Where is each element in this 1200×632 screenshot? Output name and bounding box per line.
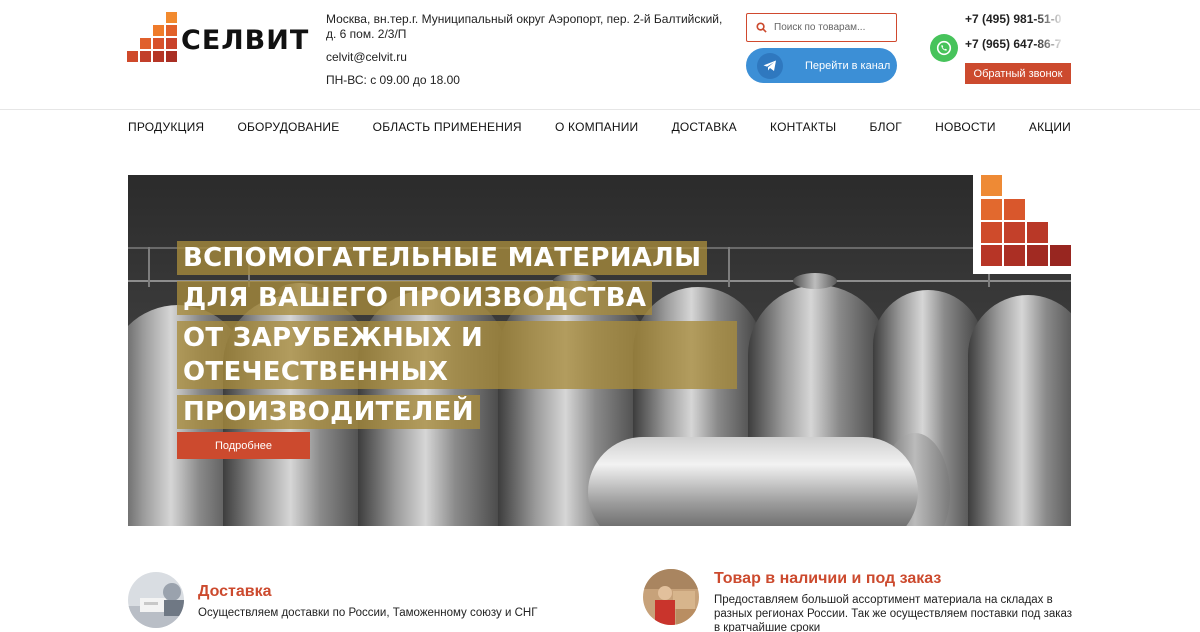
more-button[interactable]: Подробнее bbox=[177, 432, 310, 459]
feature-in-stock-text: Товар в наличии и под заказ Предоставляе… bbox=[714, 569, 1073, 632]
main-nav: ПРОДУКЦИЯ ОБОРУДОВАНИЕ ОБЛАСТЬ ПРИМЕНЕНИ… bbox=[128, 120, 1071, 138]
nav-item-about[interactable]: О КОМПАНИИ bbox=[555, 120, 638, 138]
phone-number-2[interactable]: +7 (965) 647-86-7 bbox=[965, 37, 1065, 51]
feature-title: Товар в наличии и под заказ bbox=[714, 570, 942, 587]
feature-delivery: Доставка Осуществляем доставки по России… bbox=[128, 572, 588, 628]
phone-fade bbox=[1035, 12, 1065, 26]
telegram-channel-button[interactable]: Перейти в канал bbox=[746, 48, 897, 83]
nav-item-promotions[interactable]: АКЦИИ bbox=[1029, 120, 1071, 138]
contact-block: Москва, вн.тер.г. Муниципальный округ Аэ… bbox=[326, 12, 724, 88]
search-input[interactable] bbox=[774, 22, 884, 33]
hero-headline-line-1: ВСПОМОГАТЕЛЬНЫЕ МАТЕРИАЛЫ bbox=[177, 241, 708, 275]
logo-text: СЕЛВИТ bbox=[181, 25, 310, 56]
feature-in-stock: Товар в наличии и под заказ Предоставляе… bbox=[643, 569, 1073, 632]
feature-description: Осуществляем доставки по России, Таможен… bbox=[198, 607, 538, 619]
whatsapp-icon[interactable] bbox=[930, 34, 958, 62]
phone-fade bbox=[1035, 37, 1065, 51]
nav-item-blog[interactable]: БЛОГ bbox=[870, 120, 902, 138]
nav-item-delivery[interactable]: ДОСТАВКА bbox=[672, 120, 737, 138]
callback-button[interactable]: Обратный звонок bbox=[965, 63, 1071, 84]
telegram-icon bbox=[757, 52, 783, 79]
address-text: Москва, вн.тер.г. Муниципальный округ Аэ… bbox=[326, 12, 723, 41]
search-box[interactable] bbox=[746, 13, 897, 42]
email-link[interactable]: celvit@celvit.ru bbox=[326, 50, 724, 65]
delivery-image bbox=[128, 572, 184, 628]
hero-headline-line-4: ПРОИЗВОДИТЕЛЕЙ bbox=[177, 395, 480, 429]
feature-title: Доставка bbox=[198, 583, 272, 600]
logo[interactable]: СЕЛВИТ bbox=[127, 12, 312, 64]
feature-description: Предоставляем большой ассортимент матери… bbox=[714, 594, 1073, 632]
nav-item-equipment[interactable]: ОБОРУДОВАНИЕ bbox=[237, 120, 339, 138]
nav-item-products[interactable]: ПРОДУКЦИЯ bbox=[128, 120, 204, 138]
feature-delivery-text: Доставка Осуществляем доставки по России… bbox=[198, 582, 537, 628]
telegram-button-label: Перейти в канал bbox=[805, 59, 891, 72]
hero-headline-line-2: ДЛЯ ВАШЕГО ПРОИЗВОДСТВА bbox=[177, 281, 653, 315]
logo-mark bbox=[127, 12, 179, 62]
warehouse-image bbox=[643, 569, 699, 625]
hero-headline: ВСПОМОГАТЕЛЬНЫЕ МАТЕРИАЛЫ ДЛЯ ВАШЕГО ПРО… bbox=[177, 241, 737, 435]
nav-item-applications[interactable]: ОБЛАСТЬ ПРИМЕНЕНИЯ bbox=[373, 120, 522, 138]
decorative-bricks bbox=[973, 175, 1072, 274]
site-header: СЕЛВИТ Москва, вн.тер.г. Муниципальный о… bbox=[0, 0, 1200, 110]
working-hours: ПН-ВС: с 09.00 до 18.00 bbox=[326, 73, 460, 87]
hero-headline-line-3: ОТ ЗАРУБЕЖНЫХ И ОТЕЧЕСТВЕННЫХ bbox=[177, 321, 737, 389]
nav-item-contacts[interactable]: КОНТАКТЫ bbox=[770, 120, 836, 138]
nav-item-news[interactable]: НОВОСТИ bbox=[935, 120, 996, 138]
phone-number-1[interactable]: +7 (495) 981-51-0 bbox=[965, 12, 1065, 26]
search-icon bbox=[756, 22, 767, 33]
